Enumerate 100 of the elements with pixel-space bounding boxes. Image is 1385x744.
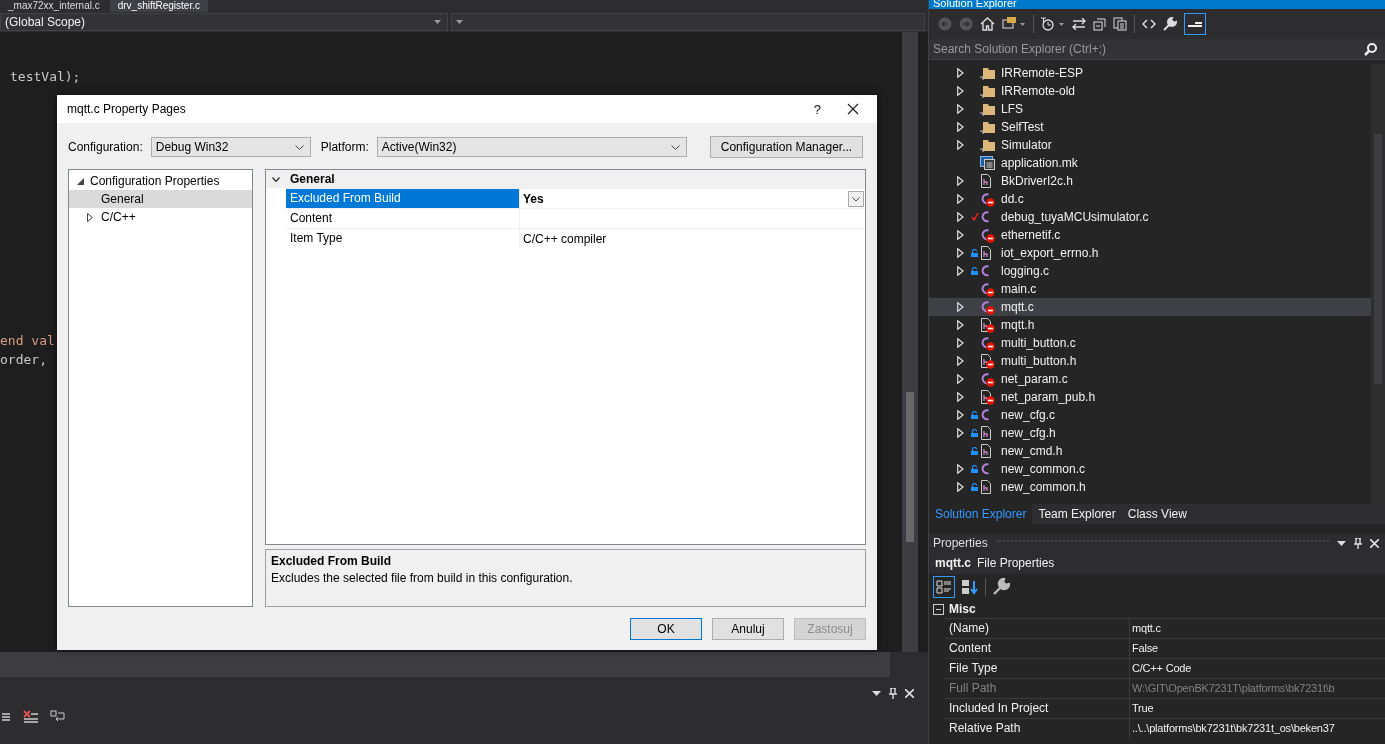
- horizontal-scrollbar[interactable]: [0, 652, 890, 677]
- tree-item[interactable]: main.c: [929, 280, 1371, 298]
- tree-item[interactable]: multi_button.c: [929, 334, 1371, 352]
- expander-icon[interactable]: [957, 230, 964, 240]
- tree-item[interactable]: logging.c: [929, 262, 1371, 280]
- clear-all-icon[interactable]: [22, 710, 38, 724]
- home-icon[interactable]: [980, 17, 995, 31]
- expander-icon[interactable]: [957, 248, 964, 258]
- folder-icon: [980, 138, 995, 152]
- tree-item[interactable]: new_cfg.h: [929, 424, 1371, 442]
- tree-item[interactable]: mqtt.c: [929, 298, 1371, 316]
- preview-icon[interactable]: [1184, 13, 1206, 35]
- expander-icon[interactable]: [957, 104, 964, 114]
- tree-item[interactable]: General: [69, 190, 252, 208]
- list-icon[interactable]: [2, 712, 10, 722]
- property-value[interactable]: C/C++ compiler: [519, 229, 865, 248]
- property-name[interactable]: Content: [286, 209, 519, 228]
- property-value[interactable]: mqtt.c: [1129, 619, 1385, 638]
- search-field[interactable]: Search Solution Explorer (Ctrl+;): [929, 39, 1385, 60]
- tree-item[interactable]: SelfTest: [929, 118, 1371, 136]
- expander-icon[interactable]: [957, 482, 964, 492]
- wrench-icon[interactable]: [1163, 17, 1177, 31]
- expanded-icon[interactable]: [272, 176, 280, 182]
- source-file-icon: [980, 371, 995, 387]
- collapsed-icon[interactable]: [87, 212, 93, 222]
- expander-icon[interactable]: [957, 356, 964, 366]
- alphabetical-icon[interactable]: [961, 579, 979, 595]
- tree-item[interactable]: multi_button.h: [929, 352, 1371, 370]
- expander-icon[interactable]: [957, 194, 964, 204]
- history-icon[interactable]: [1041, 17, 1065, 31]
- panel-tab[interactable]: Solution Explorer: [929, 504, 1033, 524]
- dropdown-icon[interactable]: [848, 190, 864, 207]
- categorized-icon[interactable]: [933, 576, 955, 598]
- expander-icon[interactable]: [957, 428, 964, 438]
- tree-item[interactable]: C/C++: [69, 208, 252, 226]
- configuration-dropdown[interactable]: Debug Win32: [150, 137, 311, 157]
- file-tab[interactable]: drv_shiftRegister.c: [109, 0, 208, 12]
- dialog-button[interactable]: Anuluj: [712, 618, 784, 640]
- pin-icon[interactable]: [889, 687, 897, 699]
- tree-item[interactable]: new_common.h: [929, 478, 1371, 496]
- scope-dropdown[interactable]: (Global Scope): [0, 13, 448, 31]
- chevron-icon: [294, 144, 304, 150]
- tree-item[interactable]: Configuration Properties: [69, 172, 252, 190]
- property-value[interactable]: False: [1129, 639, 1385, 658]
- help-button[interactable]: ?: [813, 101, 821, 117]
- expanded-icon[interactable]: [77, 177, 84, 185]
- property-value[interactable]: C/C++ Code: [1129, 659, 1385, 678]
- pin-icon[interactable]: [1354, 537, 1362, 549]
- property-value[interactable]: ..\..\platforms\bk7231t\bk7231t_os\beken37: [1129, 719, 1385, 738]
- property-name[interactable]: Excluded From Build: [286, 189, 519, 208]
- expander-icon[interactable]: [957, 266, 964, 276]
- switch-views-icon[interactable]: [1002, 17, 1026, 31]
- tree-item[interactable]: ethernetif.c: [929, 226, 1371, 244]
- configuration-manager-button[interactable]: Configuration Manager...: [709, 136, 864, 158]
- tree-item[interactable]: IRRemote-old: [929, 82, 1371, 100]
- expander-icon[interactable]: [957, 374, 964, 384]
- dropdown-icon[interactable]: [1337, 540, 1346, 546]
- word-wrap-icon[interactable]: [50, 710, 66, 724]
- platform-dropdown[interactable]: Active(Win32): [376, 137, 687, 157]
- tree-item[interactable]: application.mk: [929, 154, 1371, 172]
- tree-item[interactable]: net_param_pub.h: [929, 388, 1371, 406]
- expander-icon[interactable]: [957, 302, 964, 312]
- sync-icon[interactable]: [1072, 18, 1086, 30]
- expander-icon[interactable]: [957, 176, 964, 186]
- dropdown-icon[interactable]: [872, 690, 881, 696]
- tree-item[interactable]: net_param.c: [929, 370, 1371, 388]
- vertical-scrollbar[interactable]: [1371, 64, 1385, 504]
- expander-icon[interactable]: [957, 86, 964, 96]
- tree-item[interactable]: debug_tuyaMCUsimulator.c: [929, 208, 1371, 226]
- tree-item[interactable]: IRRemote-ESP: [929, 64, 1371, 82]
- property-value[interactable]: Yes: [519, 189, 865, 208]
- tree-item[interactable]: new_cmd.h: [929, 442, 1371, 460]
- copy-icon[interactable]: [1113, 17, 1127, 31]
- tree-item[interactable]: dd.c: [929, 190, 1371, 208]
- property-value[interactable]: True: [1129, 699, 1385, 718]
- tree-item[interactable]: Simulator: [929, 136, 1371, 154]
- collapse-all-icon[interactable]: [1093, 17, 1106, 31]
- expander-icon[interactable]: [957, 464, 964, 474]
- code-line: testVal);: [10, 68, 81, 86]
- tree-item[interactable]: BkDriverI2c.h: [929, 172, 1371, 190]
- expander-icon[interactable]: [957, 212, 964, 222]
- close-icon[interactable]: [847, 103, 859, 115]
- dialog-button[interactable]: OK: [630, 618, 702, 640]
- expander-icon[interactable]: [957, 338, 964, 348]
- expander-icon[interactable]: [957, 68, 964, 78]
- expander-icon[interactable]: [957, 410, 964, 420]
- tree-item[interactable]: mqtt.h: [929, 316, 1371, 334]
- expander-icon[interactable]: [957, 320, 964, 330]
- tree-item[interactable]: new_cfg.c: [929, 406, 1371, 424]
- tree-item[interactable]: LFS: [929, 100, 1371, 118]
- expander-icon[interactable]: [957, 140, 964, 150]
- tree-item[interactable]: new_common.c: [929, 460, 1371, 478]
- vertical-scrollbar[interactable]: [902, 32, 918, 652]
- property-name[interactable]: Item Type: [286, 229, 519, 248]
- expander-icon[interactable]: [957, 122, 964, 132]
- expander-icon[interactable]: [957, 392, 964, 402]
- wrench-icon[interactable]: [992, 578, 1010, 596]
- tree-item[interactable]: iot_export_errno.h: [929, 244, 1371, 262]
- collapse-icon[interactable]: [933, 603, 944, 615]
- code-icon[interactable]: [1142, 19, 1156, 29]
